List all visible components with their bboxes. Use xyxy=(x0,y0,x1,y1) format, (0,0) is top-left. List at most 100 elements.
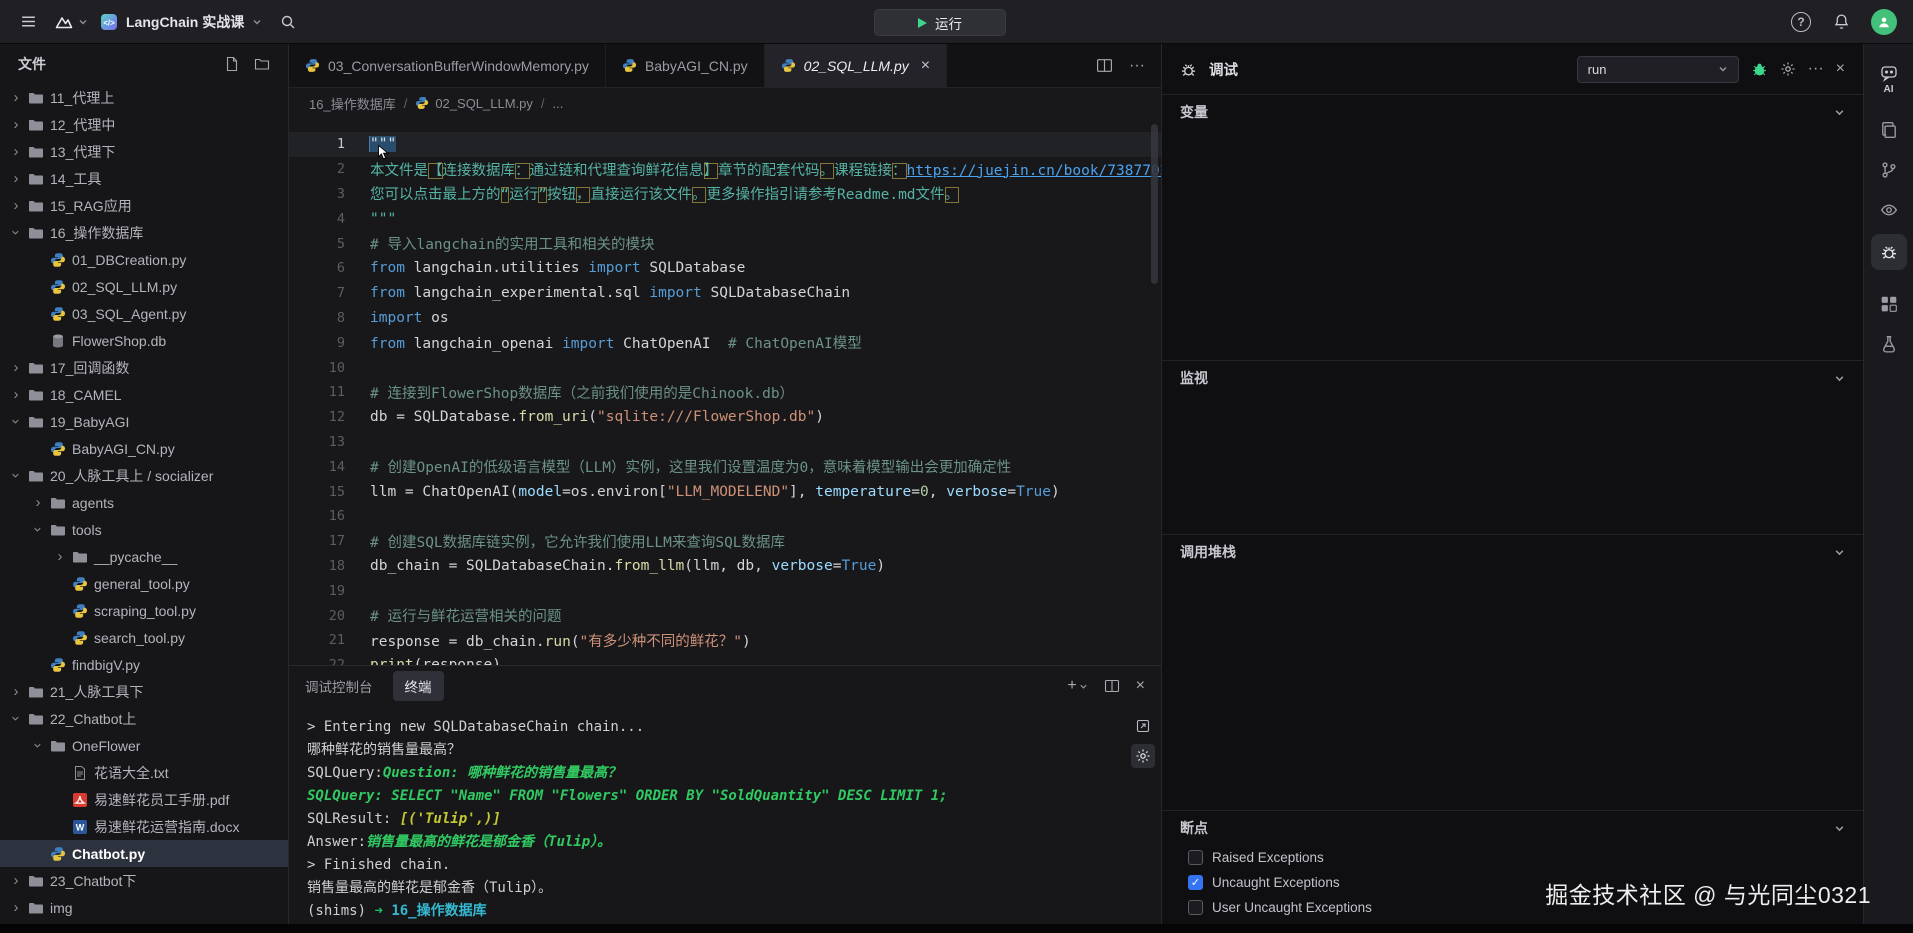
code-line-17: 17# 创建SQL数据库链实例，它允许我们使用LLM来查询SQL数据库 xyxy=(289,529,1161,554)
sidebar-item-explorer[interactable] xyxy=(1869,110,1909,150)
tree-item-13_代理下[interactable]: ›13_代理下 xyxy=(0,138,288,165)
tree-item-__pycache__[interactable]: ›__pycache__ xyxy=(0,543,288,570)
tree-item-16_操作数据库[interactable]: ›16_操作数据库 xyxy=(0,219,288,246)
tree-item-易速鲜花员工手册.pdf[interactable]: 易速鲜花员工手册.pdf xyxy=(0,786,288,813)
tree-item-03_SQL_Agent.py[interactable]: 03_SQL_Agent.py xyxy=(0,300,288,327)
close-debug-button[interactable]: × xyxy=(1836,60,1845,78)
menu-button[interactable] xyxy=(14,8,42,36)
sidebar-item-source-control[interactable] xyxy=(1869,150,1909,190)
user-avatar[interactable] xyxy=(1871,9,1897,35)
tree-item-FlowerShop.db[interactable]: FlowerShop.db xyxy=(0,327,288,354)
section-header-variables[interactable]: 变量 xyxy=(1162,95,1863,129)
tree-item-label: Chatbot.py xyxy=(72,846,145,862)
debug-config-value: run xyxy=(1588,62,1607,77)
tree-item-img[interactable]: ›img xyxy=(0,894,288,921)
tree-item-01_DBCreation.py[interactable]: 01_DBCreation.py xyxy=(0,246,288,273)
debug-settings-button[interactable] xyxy=(1780,61,1796,77)
tree-item-findbigV.py[interactable]: findbigV.py xyxy=(0,651,288,678)
tree-item-Chatbot.py[interactable]: Chatbot.py xyxy=(0,840,288,867)
checkbox-unchecked[interactable] xyxy=(1188,850,1203,865)
checkbox-checked[interactable]: ✓ xyxy=(1188,875,1203,890)
extensions-icon xyxy=(1880,295,1898,313)
sidebar-item-extensions[interactable] xyxy=(1869,284,1909,324)
terminal-output[interactable]: > Entering new SQLDatabaseChain chain...… xyxy=(289,706,1161,923)
new-file-icon xyxy=(224,56,240,72)
debug-more-button[interactable]: ··· xyxy=(1808,60,1824,78)
editor-tab-02_SQL_LLM.py[interactable]: 02_SQL_LLM.py× xyxy=(765,44,947,87)
editor-tabbar: 03_ConversationBufferWindowMemory.py Baby… xyxy=(289,44,1161,88)
tree-item-易速鲜花运营指南.docx[interactable]: W易速鲜花运营指南.docx xyxy=(0,813,288,840)
tree-item-general_tool.py[interactable]: general_tool.py xyxy=(0,570,288,597)
sidebar-item-testing[interactable] xyxy=(1869,324,1909,364)
tree-item-12_代理中[interactable]: ›12_代理中 xyxy=(0,111,288,138)
tree-item-02_SQL_LLM.py[interactable]: 02_SQL_LLM.py xyxy=(0,273,288,300)
section-header-watch[interactable]: 监视 xyxy=(1162,361,1863,395)
tree-item-19_BabyAGI[interactable]: ›19_BabyAGI xyxy=(0,408,288,435)
code-editor[interactable]: 1"""2本文件是【连接数据库：通过链和代理查询鲜花信息】章节的配套代码。课程链… xyxy=(289,118,1161,665)
section-header-call-stack[interactable]: 调用堆栈 xyxy=(1162,535,1863,569)
breadcrumb-symbol[interactable]: ... xyxy=(553,96,564,111)
section-variables: 变量 xyxy=(1162,94,1863,360)
sidebar-item-preview[interactable] xyxy=(1869,190,1909,230)
more-actions-button[interactable]: ··· xyxy=(1129,57,1145,75)
debug-config-select[interactable]: run xyxy=(1577,56,1739,83)
python-icon xyxy=(781,58,796,73)
section-header-breakpoints[interactable]: 断点 xyxy=(1162,811,1863,845)
notifications-button[interactable] xyxy=(1827,8,1855,36)
split-panel-button[interactable] xyxy=(1104,678,1120,694)
new-folder-button[interactable] xyxy=(254,56,270,72)
tree-item-18_CAMEL[interactable]: ›18_CAMEL xyxy=(0,381,288,408)
checkbox-unchecked[interactable] xyxy=(1188,900,1203,915)
breakpoint-raised-exceptions[interactable]: Raised Exceptions xyxy=(1162,845,1863,870)
editor-tab-BabyAGI_CN.py[interactable]: BabyAGI_CN.py xyxy=(606,44,765,87)
tab-label: BabyAGI_CN.py xyxy=(645,58,748,74)
tree-item-11_代理上[interactable]: ›11_代理上 xyxy=(0,84,288,111)
tree-item-agents[interactable]: ›agents xyxy=(0,489,288,516)
code-line-7: 7from langchain_experimental.sql import … xyxy=(289,281,1161,306)
twisty-icon: › xyxy=(31,524,46,536)
line-number: 22 xyxy=(289,657,345,665)
more-icon: ··· xyxy=(1129,57,1145,75)
tab-debug-console[interactable]: 调试控制台 xyxy=(305,676,373,696)
search-button[interactable] xyxy=(274,8,302,36)
bottom-edge xyxy=(0,924,1913,933)
breakpoint-label: User Uncaught Exceptions xyxy=(1212,900,1372,915)
terminal-settings-button[interactable] xyxy=(1131,744,1155,768)
workspace-logo-menu[interactable] xyxy=(54,12,88,32)
tree-item-tools[interactable]: ›tools xyxy=(0,516,288,543)
sidebar-item-ai-chat[interactable]: AI xyxy=(1869,54,1909,104)
tree-item-22_Chatbot上[interactable]: ›22_Chatbot上 xyxy=(0,705,288,732)
tree-item-15_RAG应用[interactable]: ›15_RAG应用 xyxy=(0,192,288,219)
split-editor-button[interactable] xyxy=(1096,57,1113,74)
tree-item-21_人脉工具下[interactable]: ›21_人脉工具下 xyxy=(0,678,288,705)
editor-tab-03_ConversationBufferWindowMemory.py[interactable]: 03_ConversationBufferWindowMemory.py xyxy=(289,44,606,87)
sidebar-item-debug[interactable] xyxy=(1871,234,1907,270)
breadcrumb-folder[interactable]: 16_操作数据库 xyxy=(309,94,396,113)
close-panel-button[interactable]: × xyxy=(1136,677,1145,695)
chevron-down-icon xyxy=(252,17,262,27)
project-selector[interactable]: </> LangChain 实战课 xyxy=(100,12,262,32)
new-file-button[interactable] xyxy=(224,56,240,72)
tree-item-17_回调函数[interactable]: ›17_回调函数 xyxy=(0,354,288,381)
tree-item-23_Chatbot下[interactable]: ›23_Chatbot下 xyxy=(0,867,288,894)
editor-scrollbar[interactable] xyxy=(1151,124,1158,284)
project-name: LangChain 实战课 xyxy=(126,12,244,32)
open-in-editor-button[interactable] xyxy=(1131,714,1155,738)
tab-terminal[interactable]: 终端 xyxy=(393,671,444,701)
tree-item-14_工具[interactable]: ›14_工具 xyxy=(0,165,288,192)
tree-item-20_人脉工具上 / socializer[interactable]: ›20_人脉工具上 / socializer xyxy=(0,462,288,489)
run-button[interactable]: 运行 xyxy=(874,9,1006,36)
tree-item-BabyAGI_CN.py[interactable]: BabyAGI_CN.py xyxy=(0,435,288,462)
code-text: db_chain = SQLDatabaseChain.from_llm(llm… xyxy=(345,558,885,574)
tree-item-search_tool.py[interactable]: search_tool.py xyxy=(0,624,288,651)
new-terminal-button[interactable]: + xyxy=(1067,677,1087,695)
tree-item-OneFlower[interactable]: ›OneFlower xyxy=(0,732,288,759)
start-debugging-button[interactable] xyxy=(1751,61,1768,78)
tree-item-label: 03_SQL_Agent.py xyxy=(72,306,186,322)
close-tab-icon[interactable]: × xyxy=(921,57,930,75)
tree-item-scraping_tool.py[interactable]: scraping_tool.py xyxy=(0,597,288,624)
code-line-11: 11# 连接到FlowerShop数据库（之前我们使用的是Chinook.db） xyxy=(289,380,1161,405)
breadcrumb-file[interactable]: 02_SQL_LLM.py xyxy=(415,96,533,111)
tree-item-花语大全.txt[interactable]: 花语大全.txt xyxy=(0,759,288,786)
help-button[interactable]: ? xyxy=(1791,12,1811,32)
